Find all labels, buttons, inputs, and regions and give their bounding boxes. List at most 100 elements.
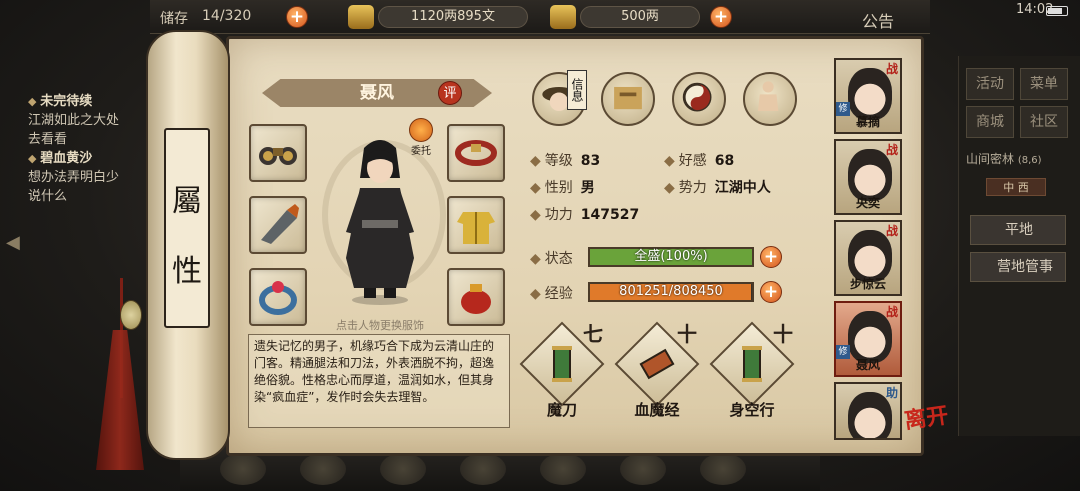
binoculars-icon xyxy=(259,147,297,165)
slot-weapon[interactable] xyxy=(249,196,307,254)
skill-name: 身空行 xyxy=(729,401,775,419)
rate-button[interactable]: 评 xyxy=(438,81,462,105)
team-member-card-selected[interactable]: 战 修 聂风 xyxy=(834,301,902,377)
outfit-hint: 点击人物更换服饰 xyxy=(336,319,424,332)
dock-item[interactable] xyxy=(220,453,266,485)
robe-icon xyxy=(457,212,495,244)
tab-equipment[interactable] xyxy=(601,72,655,126)
stat-label: 势力 xyxy=(678,180,707,196)
ring-icon xyxy=(259,281,297,315)
cleaver-icon xyxy=(261,204,299,244)
battle-flag: 战 xyxy=(885,62,898,76)
exp-label-row: ◆ 经验 xyxy=(530,286,573,302)
battery-icon xyxy=(1046,6,1068,16)
stat-value: 男 xyxy=(580,180,595,196)
stat-value: 83 xyxy=(580,153,601,169)
team-member-card[interactable]: 战 步惊云 xyxy=(834,220,902,296)
storage-capacity: 14/320 xyxy=(202,8,252,24)
community-button[interactable]: 社区 xyxy=(1020,106,1068,138)
panel-title: 屬 性 xyxy=(164,128,210,328)
body-icon xyxy=(757,81,779,112)
skill-rank: 十 xyxy=(677,322,697,346)
tab-fortune[interactable] xyxy=(672,72,726,126)
add-exp-button[interactable]: + xyxy=(760,281,782,303)
team-member-name: 央奕 xyxy=(855,196,880,210)
dock-item[interactable] xyxy=(300,453,346,485)
battle-flag: 战 xyxy=(885,224,898,238)
activity-button[interactable]: 活动 xyxy=(966,68,1014,100)
skill-rank: 七 xyxy=(583,322,603,346)
collapse-left-icon[interactable]: ◀ xyxy=(6,232,26,254)
notice-button[interactable]: 公告 xyxy=(862,8,894,32)
entrust-button[interactable]: 委托 xyxy=(406,118,436,158)
silver-ingot-icon xyxy=(550,5,576,29)
exp-bar-text: 801251/808450 xyxy=(619,284,723,299)
battle-flag: 战 xyxy=(885,305,898,319)
team-member-name: 步惊云 xyxy=(849,277,886,291)
stat-value: 68 xyxy=(714,153,735,169)
dock-item[interactable] xyxy=(380,453,426,485)
storage-add-button[interactable]: + xyxy=(286,6,308,28)
panel-title-bottom: 性 xyxy=(172,254,202,289)
skill-name: 魔刀 xyxy=(546,401,577,419)
stat-faction: ◆ 势力 江湖中人 xyxy=(664,180,771,196)
camp-manager-label: 营地管事 xyxy=(997,259,1053,275)
quest-desc: 江湖如此之大处去看看 xyxy=(28,113,120,147)
skill-rank: 十 xyxy=(773,322,793,346)
skill-scroll-icon xyxy=(742,346,762,382)
stat-gender: ◆ 性别男 xyxy=(530,180,595,196)
silver-add-button[interactable]: + xyxy=(710,6,732,28)
team-member-card[interactable]: 战 修 慕摘 xyxy=(834,58,902,134)
team-member-name: 聂风 xyxy=(855,358,880,372)
team-member-card[interactable]: 助 xyxy=(834,382,902,440)
location-name: 山间密林 xyxy=(966,152,1015,166)
stat-label: 好感 xyxy=(678,153,707,169)
quest-desc: 想办法弄明白少说什么 xyxy=(28,170,120,204)
stat-favor: ◆ 好感 68 xyxy=(664,153,735,169)
slot-accessory[interactable] xyxy=(249,124,307,182)
jade-bead xyxy=(120,300,142,330)
location-label: 山间密林 (8,6) xyxy=(966,150,1060,170)
pouch-icon xyxy=(461,284,491,314)
shop-button[interactable]: 商城 xyxy=(966,106,1014,138)
terrain-label: 平地 xyxy=(1005,222,1033,238)
menu-button[interactable]: 菜单 xyxy=(1020,68,1068,100)
bagua-icon xyxy=(682,82,712,112)
slot-ring[interactable] xyxy=(249,268,307,326)
money-display: 1120两895文 xyxy=(378,6,528,28)
restore-status-button[interactable]: + xyxy=(760,246,782,268)
stat-label: 功力 xyxy=(544,207,573,223)
dock-item[interactable] xyxy=(620,453,666,485)
team-member-card[interactable]: 战 央奕 xyxy=(834,139,902,215)
assist-flag: 助 xyxy=(885,386,898,400)
skill-name: 血魔经 xyxy=(634,401,680,419)
terrain-button[interactable]: 平地 xyxy=(970,215,1066,245)
location-coord: (8,6) xyxy=(1017,155,1042,166)
stat-label: 性别 xyxy=(544,180,573,196)
stat-level: ◆ 等级 83 xyxy=(530,153,601,169)
storage-prefix: 储存 xyxy=(160,11,188,27)
entrust-icon xyxy=(409,118,433,142)
stat-label: 经验 xyxy=(544,286,573,302)
battle-flag: 战 xyxy=(885,143,898,157)
stat-power: ◆ 功力 147527 xyxy=(530,207,640,223)
stat-label: 状态 xyxy=(544,251,573,267)
slot-armor[interactable] xyxy=(447,196,505,254)
dock-item[interactable] xyxy=(700,453,746,485)
dock-item[interactable] xyxy=(540,453,586,485)
stat-value: 147527 xyxy=(580,207,640,223)
slot-belt[interactable] xyxy=(447,124,505,182)
skill-scroll-icon xyxy=(639,348,675,380)
top-resource-bar: 储存 14/320 + 1120两895文 500两 + 公告 xyxy=(150,0,930,34)
belt-icon xyxy=(455,140,497,166)
info-tab-label: 信息 xyxy=(567,70,587,110)
leave-button[interactable]: 离开 xyxy=(903,402,955,455)
status-bar: 全盛(100%) xyxy=(588,247,754,267)
status-label-row: ◆ 状态 xyxy=(530,251,573,267)
camp-manager-button[interactable]: 营地管事 xyxy=(970,252,1066,282)
exp-bar: 801251/808450 xyxy=(588,282,754,302)
dock-item[interactable] xyxy=(460,453,506,485)
silver-display: 500两 xyxy=(580,6,700,28)
direction-indicator: 中 西 xyxy=(986,178,1046,196)
tab-meridian[interactable] xyxy=(743,72,797,126)
